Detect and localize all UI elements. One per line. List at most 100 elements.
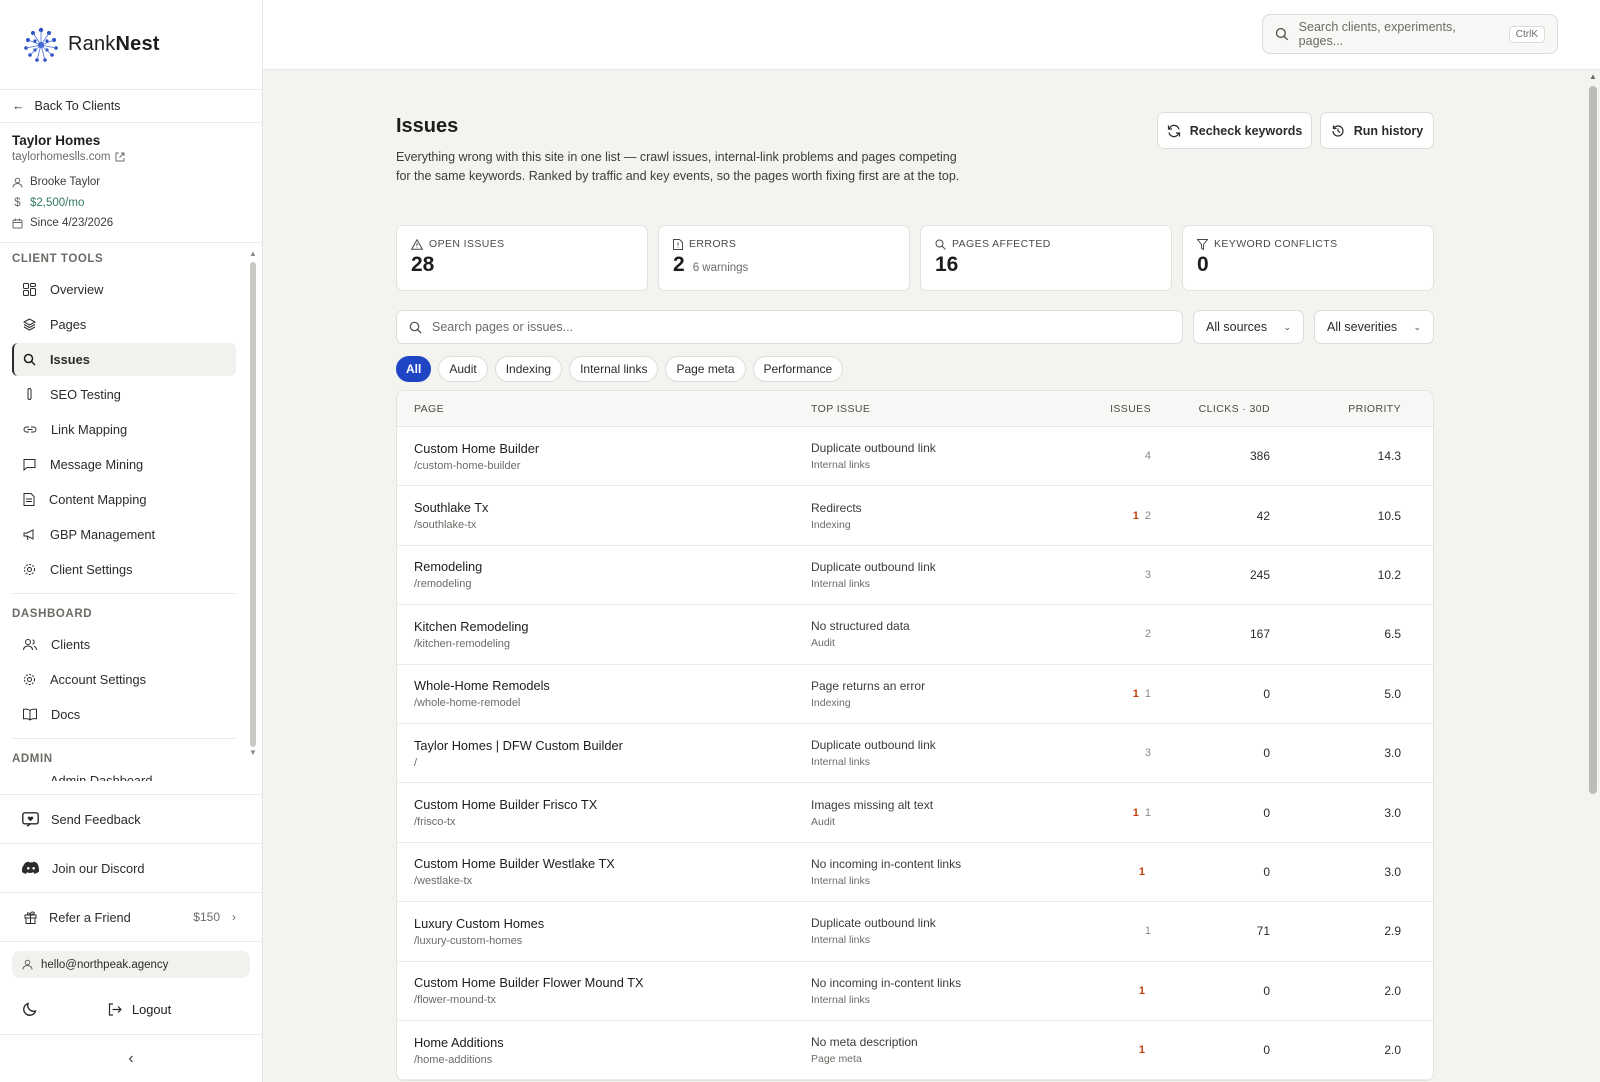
arrow-left-icon: ← (12, 99, 25, 113)
cell-page: Southlake Tx/southlake-tx (397, 500, 811, 531)
moon-icon[interactable] (22, 1001, 38, 1017)
run-history-button[interactable]: Run history (1320, 112, 1434, 149)
col-page[interactable]: PAGE (397, 403, 811, 415)
nav-item-overview[interactable]: Overview (12, 273, 236, 306)
message-icon (23, 458, 36, 471)
page-name[interactable]: Kitchen Remodeling (414, 619, 811, 634)
page-name[interactable]: Custom Home Builder (414, 441, 811, 456)
table-row[interactable]: Whole-Home Remodels/whole-home-remodel Pa… (397, 665, 1433, 724)
col-clicks[interactable]: CLICKS · 30D (1151, 403, 1270, 415)
nav-item-gbp-management[interactable]: GBP Management (12, 518, 236, 551)
source-select[interactable]: All sources ⌄ (1193, 310, 1304, 344)
table-row[interactable]: Kitchen Remodeling/kitchen-remodeling No … (397, 605, 1433, 665)
feedback-icon (22, 811, 39, 827)
cell-top-issue: No meta description Page meta (811, 1035, 1039, 1065)
nav-item-admin-dashboard[interactable]: Admin Dashboard (12, 773, 236, 781)
account-email-pill[interactable]: hello@northpeak.agency (12, 951, 250, 978)
page-name[interactable]: Taylor Homes | DFW Custom Builder (414, 738, 811, 753)
stat-label: OPEN ISSUES (429, 238, 505, 250)
page-name[interactable]: Custom Home Builder Flower Mound TX (414, 975, 811, 990)
nav-label: Admin Dashboard (50, 772, 153, 781)
table-row[interactable]: Custom Home Builder Westlake TX/westlake… (397, 843, 1433, 903)
page-path: /frisco-tx (414, 816, 456, 829)
nav-label: Docs (51, 706, 81, 722)
chip-all[interactable]: All (396, 356, 432, 382)
test-tube-icon (27, 387, 32, 400)
main-scrollbar[interactable]: ▲ (1586, 70, 1600, 1082)
nav-item-pages[interactable]: Pages (12, 308, 236, 341)
table-row[interactable]: Custom Home Builder Flower Mound TX/flow… (397, 962, 1433, 1021)
refer-friend-button[interactable]: Refer a Friend $150 › (0, 892, 262, 941)
join-discord-button[interactable]: Join our Discord (0, 843, 262, 892)
nav-section-client-tools: CLIENT TOOLS (12, 252, 104, 265)
nav-item-client-settings[interactable]: Client Settings (12, 553, 236, 586)
chip-internal-links[interactable]: Internal links (569, 356, 659, 382)
scroll-up-icon[interactable]: ▲ (249, 249, 257, 259)
page-name[interactable]: Whole-Home Remodels (414, 678, 811, 693)
page-name[interactable]: Custom Home Builder Westlake TX (414, 856, 811, 871)
logout-icon (108, 1002, 122, 1016)
cell-page: Taylor Homes | DFW Custom Builder / (397, 738, 811, 769)
scroll-down-icon[interactable]: ▼ (249, 748, 257, 758)
client-site-link[interactable]: taylorhomeslls.com (12, 151, 250, 163)
account-email-row: hello@northpeak.agency (0, 941, 262, 984)
search-icon (23, 353, 36, 366)
refresh-icon (1167, 124, 1180, 137)
table-row[interactable]: Home Additions/home-additions No meta des… (397, 1021, 1433, 1081)
cell-top-issue: No incoming in-content links Internal lin… (811, 857, 1039, 887)
cell-clicks: 245 (1249, 567, 1270, 582)
scrollbar-thumb[interactable] (250, 261, 256, 747)
stat-value: 0 (1197, 253, 1209, 276)
nav-item-link-mapping[interactable]: Link Mapping (12, 413, 236, 446)
scrollbar-thumb[interactable] (1589, 86, 1597, 794)
cell-clicks: 0 (1263, 805, 1270, 820)
chip-page-meta[interactable]: Page meta (665, 356, 746, 382)
back-to-clients-link[interactable]: ← Back To Clients (0, 90, 262, 123)
cell-page: Custom Home Builder Frisco TX/frisco-tx (397, 797, 811, 828)
cell-priority: 2.0 (1384, 983, 1401, 998)
recheck-keywords-button[interactable]: Recheck keywords (1157, 112, 1312, 149)
chip-indexing[interactable]: Indexing (494, 356, 563, 382)
col-priority[interactable]: PRIORITY (1270, 403, 1418, 415)
page-search-input[interactable] (432, 320, 1128, 334)
nav-item-seo-testing[interactable]: SEO Testing (12, 378, 236, 411)
page-search (396, 310, 1183, 344)
page-name[interactable]: Remodeling (414, 559, 811, 574)
send-feedback-button[interactable]: Send Feedback (0, 794, 262, 843)
table-row[interactable]: Custom Home Builder Frisco TX/frisco-tx I… (397, 783, 1433, 843)
refer-label: Refer a Friend (49, 909, 131, 925)
issue-name: Duplicate outbound link (811, 441, 936, 456)
scroll-up-icon[interactable]: ▲ (1589, 72, 1597, 81)
issue-name: Images missing alt text (811, 797, 934, 812)
page-name[interactable]: Home Additions (414, 1035, 811, 1050)
brand[interactable]: RankNest (0, 0, 262, 90)
col-top-issue[interactable]: TOP ISSUE (811, 403, 1039, 415)
severity-select[interactable]: All severities ⌄ (1314, 310, 1434, 344)
nav-item-clients[interactable]: Clients (12, 628, 236, 661)
chip-audit[interactable]: Audit (438, 356, 488, 382)
cell-priority: 10.2 (1377, 567, 1401, 582)
table-row[interactable]: Taylor Homes | DFW Custom Builder / Duplic… (397, 724, 1433, 784)
history-label: Run history (1353, 123, 1424, 138)
nav-item-message-mining[interactable]: Message Mining (12, 448, 236, 481)
global-search[interactable]: Search clients, experiments, pages... Ct… (1262, 14, 1558, 54)
logout-button[interactable]: Logout (108, 1002, 171, 1017)
col-issues[interactable]: ISSUES (1039, 403, 1151, 415)
nav-item-issues[interactable]: Issues (12, 342, 236, 376)
chip-performance[interactable]: Performance (752, 356, 844, 382)
table-row[interactable]: Remodeling/remodeling Duplicate outbound … (397, 546, 1433, 606)
table-row[interactable]: Southlake Tx/southlake-tx Redirects Indexi… (397, 486, 1433, 546)
page-path: /kitchen-remodeling (414, 637, 510, 650)
page-name[interactable]: Custom Home Builder Frisco TX (414, 797, 811, 812)
nav-item-content-mapping[interactable]: Content Mapping (12, 483, 236, 516)
page-name[interactable]: Southlake Tx (414, 500, 811, 515)
discord-icon (22, 861, 40, 874)
nav-item-docs[interactable]: Docs (12, 698, 236, 731)
table-row[interactable]: Luxury Custom Homes/luxury-custom-homes D… (397, 902, 1433, 962)
table-row[interactable]: Custom Home Builder/custom-home-builder D… (397, 427, 1433, 487)
page-name[interactable]: Luxury Custom Homes (414, 916, 811, 931)
dollar-icon: $ (14, 196, 21, 209)
collapse-sidebar-button[interactable]: ‹ (0, 1034, 262, 1082)
sidebar-scrollbar[interactable]: ▲ ▼ (249, 249, 257, 779)
nav-item-account-settings[interactable]: Account Settings (12, 663, 236, 696)
